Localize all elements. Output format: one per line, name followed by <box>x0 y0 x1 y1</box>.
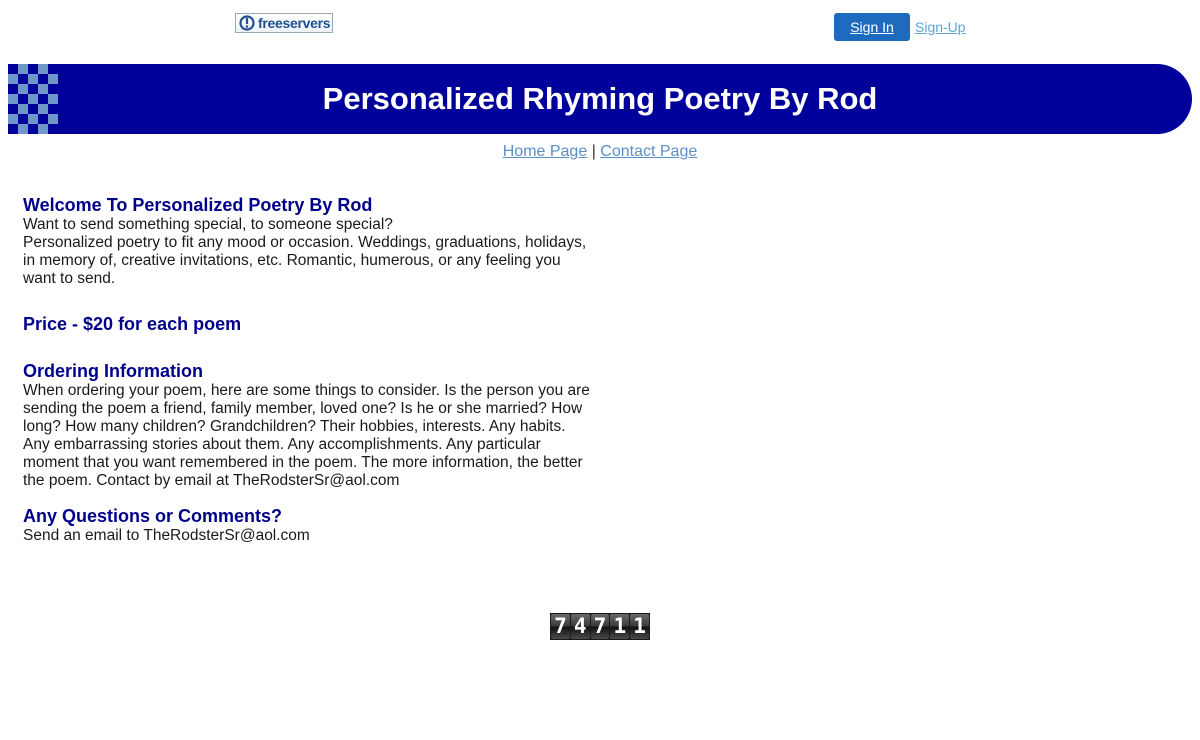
questions-text: Send an email to TheRodsterSr@aol.com <box>23 527 310 544</box>
counter-digit: 4 <box>570 614 590 639</box>
main-content: Welcome To Personalized Poetry By Rod Wa… <box>23 195 593 545</box>
sign-up-link[interactable]: Sign-Up <box>915 19 966 35</box>
hit-counter: 7 4 7 1 1 <box>550 613 650 640</box>
questions-section: Any Questions or Comments? Send an email… <box>23 506 593 545</box>
logo-text: freeservers <box>258 15 331 31</box>
welcome-line: Want to send something special, to someo… <box>23 216 393 233</box>
counter-digit: 1 <box>630 614 649 639</box>
welcome-heading: Welcome To Personalized Poetry By Rod <box>23 195 373 215</box>
contact-page-link[interactable]: Contact Page <box>600 143 697 160</box>
freeservers-logo-icon <box>239 15 255 31</box>
ordering-heading: Ordering Information <box>23 361 203 381</box>
price-section: Price - $20 for each poem <box>23 314 593 335</box>
questions-heading: Any Questions or Comments? <box>23 506 283 526</box>
ordering-section: Ordering Information When ordering your … <box>23 361 593 490</box>
price-heading: Price - $20 for each poem <box>23 314 242 334</box>
counter-digit: 7 <box>551 614 570 639</box>
sign-in-button[interactable]: Sign In <box>834 13 910 41</box>
top-bar: freeservers Sign In Sign-Up <box>0 0 1200 60</box>
nav-separator: | <box>591 143 596 160</box>
home-page-link[interactable]: Home Page <box>503 143 588 160</box>
freeservers-logo[interactable]: freeservers <box>235 13 333 33</box>
counter-digit: 1 <box>610 614 630 639</box>
title-banner: Personalized Rhyming Poetry By Rod <box>8 64 1192 134</box>
welcome-description: Personalized poetry to fit any mood or o… <box>23 234 587 287</box>
ordering-text: When ordering your poem, here are some t… <box>23 382 590 489</box>
page-title: Personalized Rhyming Poetry By Rod <box>322 81 878 116</box>
welcome-section: Welcome To Personalized Poetry By Rod Wa… <box>23 195 593 288</box>
nav-links: Home Page | Contact Page <box>0 143 1200 161</box>
counter-digit: 7 <box>590 614 610 639</box>
